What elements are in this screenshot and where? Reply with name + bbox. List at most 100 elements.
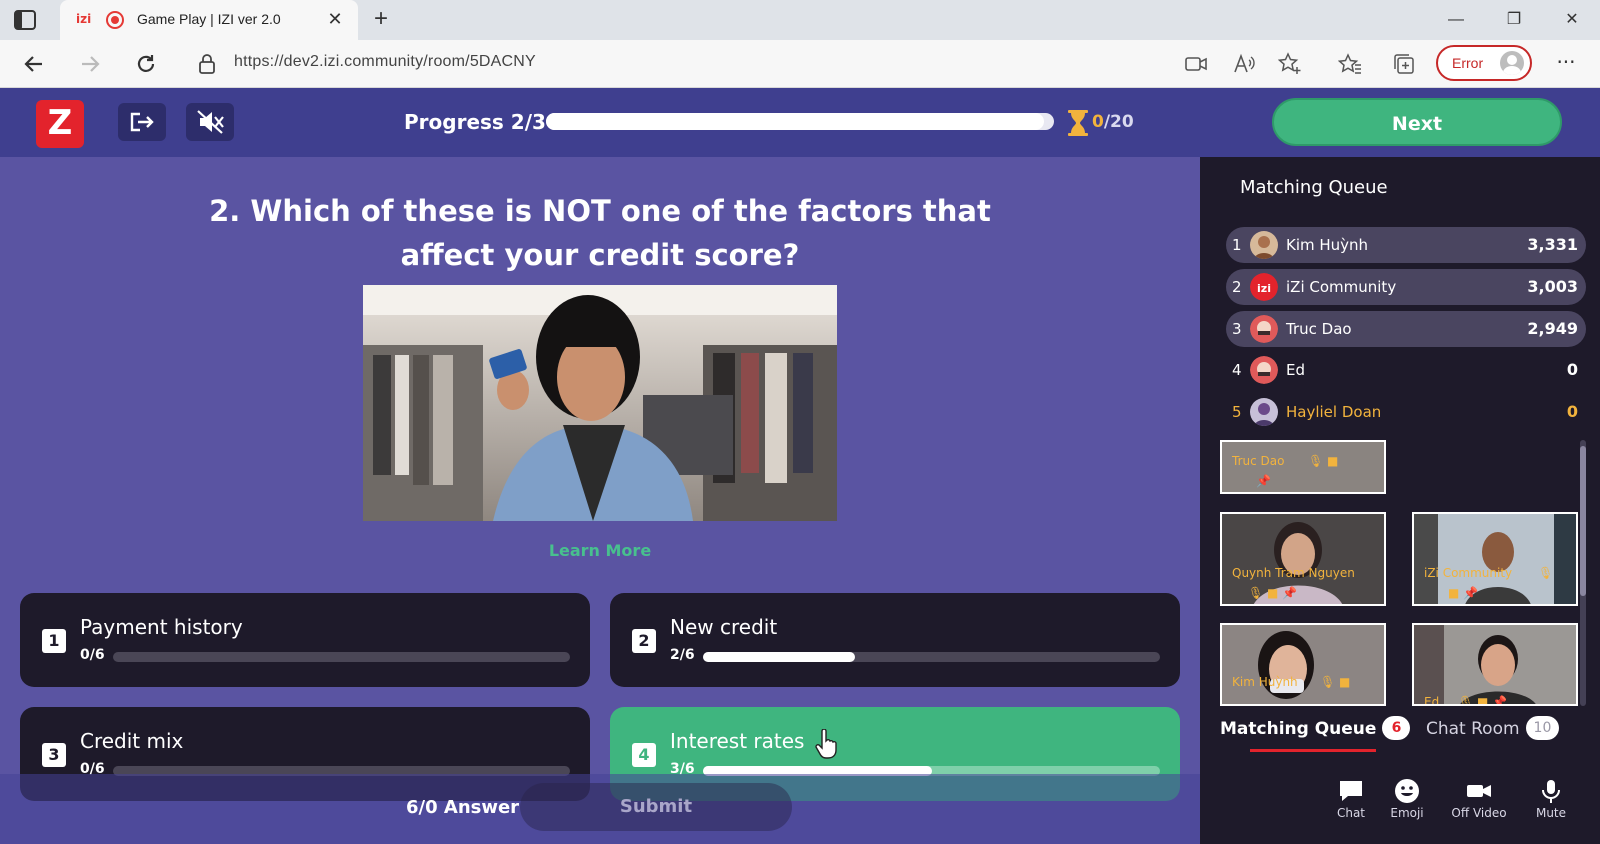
avatar <box>1250 398 1278 426</box>
mic-icon[interactable]: 🎙 ■ <box>1308 454 1338 468</box>
add-favorite-icon[interactable] <box>1278 52 1302 76</box>
video-controls-icons[interactable]: 🎙 ■ <box>1320 675 1350 689</box>
learn-more-link[interactable]: Learn More <box>520 541 680 560</box>
scrollbar-thumb[interactable] <box>1580 446 1586 596</box>
leaderboard-row[interactable]: 4 Ed 0 <box>1226 352 1586 388</box>
exit-button[interactable] <box>118 103 166 141</box>
emoji-icon <box>1395 779 1419 803</box>
leaderboard-score: 0 <box>1566 360 1578 379</box>
browser-tab-active[interactable]: izi Game Play | IZI ver 2.0 ✕ <box>60 0 358 40</box>
leaderboard-score: 2,949 <box>1527 319 1578 338</box>
answer-progress-bar <box>703 652 1160 662</box>
url-field[interactable]: https://dev2.izi.community/room/5DACNY <box>234 53 536 71</box>
tab-label: Matching Queue <box>1220 719 1377 739</box>
mute-button[interactable]: Mute <box>1516 778 1586 820</box>
tab-label: Chat Room <box>1426 719 1520 739</box>
browser-tab-bar: izi Game Play | IZI ver 2.0 ✕ + — ❐ ✕ <box>0 0 1600 40</box>
video-tile-name: Ed <box>1424 695 1440 706</box>
answer-option-2[interactable]: 2 New credit 2/6 <box>610 593 1180 687</box>
tab-actions-icon[interactable] <box>14 10 36 30</box>
profile-error-button[interactable]: Error <box>1436 45 1532 81</box>
answer-label: Credit mix <box>80 729 184 753</box>
sound-toggle-button[interactable] <box>186 103 234 141</box>
answer-number: 4 <box>632 743 656 767</box>
video-tile[interactable]: iZi Community 🎙 ■ 📌 <box>1412 512 1578 606</box>
tab-matching-queue[interactable]: Matching Queue 6 <box>1220 716 1411 740</box>
action-label: Emoji <box>1390 806 1424 820</box>
video-camera-icon[interactable] <box>1184 52 1208 76</box>
minimize-icon[interactable]: — <box>1436 6 1476 34</box>
timer-current: 0 <box>1092 112 1104 132</box>
exit-icon <box>130 112 154 132</box>
video-tile[interactable]: Kim Huỳnh 🎙 ■ <box>1220 623 1386 706</box>
question-image <box>363 285 837 521</box>
leaderboard-score: 3,331 <box>1527 235 1578 254</box>
leaderboard-row[interactable]: 3 Truc Dao 2,949 <box>1226 311 1586 347</box>
leaderboard-name: iZi Community <box>1286 278 1397 296</box>
video-tile-name: Quynh Tram Nguyen <box>1232 566 1355 580</box>
microphone-icon <box>1542 780 1560 803</box>
progress-bar-fill <box>546 113 1044 130</box>
tab-close-icon[interactable]: ✕ <box>324 8 346 30</box>
browser-address-bar: https://dev2.izi.community/room/5DACNY E… <box>0 40 1600 88</box>
reload-icon[interactable] <box>134 52 158 76</box>
lock-icon[interactable] <box>196 53 218 75</box>
window-close-icon[interactable]: ✕ <box>1552 6 1592 34</box>
video-controls-icons[interactable]: ■ 📌 <box>1448 586 1478 600</box>
read-aloud-icon[interactable] <box>1232 52 1256 76</box>
count-badge: 6 <box>1382 716 1411 740</box>
video-tile-name: Kim Huỳnh <box>1232 675 1298 689</box>
new-tab-icon[interactable]: + <box>368 7 394 33</box>
leaderboard-row[interactable]: 1 Kim Huỳnh 3,331 <box>1226 227 1586 263</box>
leaderboard-rank: 3 <box>1232 320 1242 338</box>
video-controls-icons[interactable]: 🎙 ■ 📌 <box>1458 695 1507 704</box>
leaderboard-name: Truc Dao <box>1286 320 1352 338</box>
pin-icon[interactable]: 📌 <box>1256 474 1271 488</box>
progress-bar <box>546 113 1054 130</box>
back-arrow-icon[interactable] <box>22 52 46 76</box>
answer-label: Interest rates <box>670 729 805 753</box>
restore-icon[interactable]: ❐ <box>1494 6 1534 34</box>
leaderboard-name: Hayliel Doan <box>1286 403 1382 421</box>
off-video-button[interactable]: Off Video <box>1444 778 1514 820</box>
video-feed <box>1414 514 1576 604</box>
leaderboard-name: Ed <box>1286 361 1305 379</box>
submit-button[interactable]: Submit <box>520 783 792 831</box>
hourglass-icon <box>1068 110 1088 136</box>
leaderboard-name: Kim Huỳnh <box>1286 236 1369 254</box>
emoji-button[interactable]: Emoji <box>1372 778 1442 820</box>
question-text: 2. Which of these is NOT one of the fact… <box>209 194 991 272</box>
svg-text:izi: izi <box>1257 282 1271 295</box>
leaderboard-rank: 2 <box>1232 278 1242 296</box>
forward-arrow-icon[interactable] <box>78 52 102 76</box>
tab-chat-room[interactable]: Chat Room 10 <box>1426 716 1560 740</box>
more-options-icon[interactable]: ··· <box>1552 50 1580 78</box>
answer-number: 1 <box>42 629 66 653</box>
mascot-avatar-icon <box>1250 315 1278 343</box>
leaderboard-score: 0 <box>1566 402 1578 421</box>
leaderboard-row[interactable]: 2 izi iZi Community 3,003 <box>1226 269 1586 305</box>
mascot-avatar-icon <box>1250 356 1278 384</box>
video-controls-icons[interactable]: 🎙 ■ 📌 <box>1248 586 1297 600</box>
chat-icon <box>1340 781 1362 801</box>
video-tile-name: Truc Dao <box>1232 454 1285 468</box>
answer-count-summary: 6/0 Answer <box>406 797 520 818</box>
video-tile[interactable]: Ed 🎙 ■ 📌 <box>1412 623 1578 706</box>
izi-logo[interactable]: Z <box>36 100 84 148</box>
mic-icon[interactable]: 🎙 <box>1538 566 1553 580</box>
leaderboard-rank: 4 <box>1232 361 1242 379</box>
answer-progress-fill <box>703 652 856 662</box>
collections-icon[interactable] <box>1392 52 1416 76</box>
next-button[interactable]: Next <box>1272 98 1562 146</box>
video-feed <box>1222 625 1384 704</box>
video-tile-name: iZi Community <box>1424 566 1513 580</box>
video-list-scrollbar[interactable] <box>1580 440 1586 706</box>
leaderboard-row[interactable]: 5 Hayliel Doan 0 <box>1226 394 1586 430</box>
answer-option-1[interactable]: 1 Payment history 0/6 <box>20 593 590 687</box>
video-tile[interactable]: Truc Dao 🎙 ■ 📌 <box>1220 440 1386 494</box>
video-tile[interactable]: Quynh Tram Nguyen 🎙 ■ 📌 <box>1220 512 1386 606</box>
profile-avatar <box>1500 51 1524 75</box>
favorites-icon[interactable] <box>1338 52 1362 76</box>
leaderboard-rank: 5 <box>1232 403 1242 421</box>
answer-count: 0/6 <box>80 647 105 663</box>
